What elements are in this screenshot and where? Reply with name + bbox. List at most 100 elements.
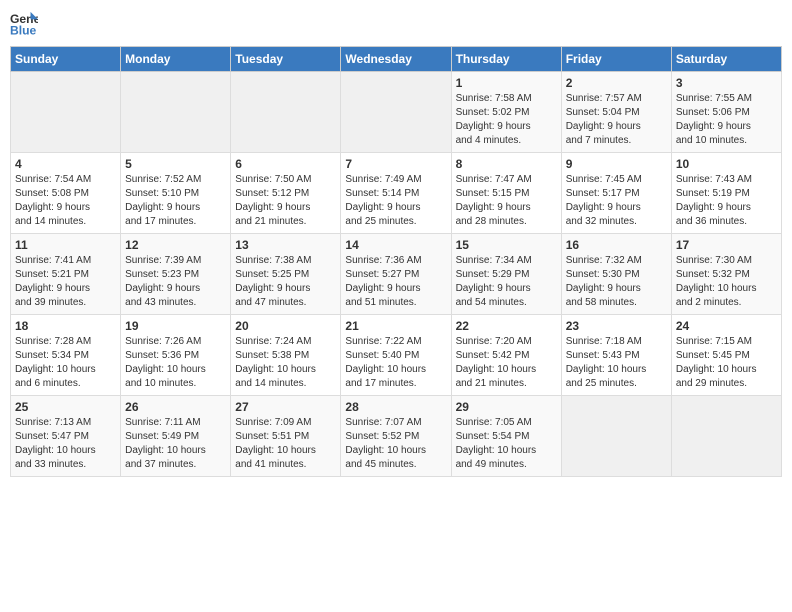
day-number: 9 xyxy=(566,157,667,171)
header-row: SundayMondayTuesdayWednesdayThursdayFrid… xyxy=(11,47,782,72)
day-info: Sunrise: 7:41 AM Sunset: 5:21 PM Dayligh… xyxy=(15,254,116,310)
day-info: Sunrise: 7:18 AM Sunset: 5:43 PM Dayligh… xyxy=(566,335,667,391)
header-cell-thursday: Thursday xyxy=(451,47,561,72)
week-row-5: 25 Sunrise: 7:13 AM Sunset: 5:47 PM Dayli… xyxy=(11,396,782,477)
day-info: Sunrise: 7:36 AM Sunset: 5:27 PM Dayligh… xyxy=(345,254,446,310)
day-info: Sunrise: 7:26 AM Sunset: 5:36 PM Dayligh… xyxy=(125,335,226,391)
day-cell: 9 Sunrise: 7:45 AM Sunset: 5:17 PM Daylig… xyxy=(561,153,671,234)
day-info: Sunrise: 7:30 AM Sunset: 5:32 PM Dayligh… xyxy=(676,254,777,310)
day-number: 5 xyxy=(125,157,226,171)
week-row-4: 18 Sunrise: 7:28 AM Sunset: 5:34 PM Dayli… xyxy=(11,315,782,396)
day-number: 14 xyxy=(345,238,446,252)
day-cell: 16Sunrise: 7:32 AM Sunset: 5:30 PM Dayli… xyxy=(561,234,671,315)
day-info: Sunrise: 7:28 AM Sunset: 5:34 PM Dayligh… xyxy=(15,335,116,391)
day-number: 6 xyxy=(235,157,336,171)
header-cell-saturday: Saturday xyxy=(671,47,781,72)
day-cell: 23 Sunrise: 7:18 AM Sunset: 5:43 PM Dayli… xyxy=(561,315,671,396)
day-info: Sunrise: 7:45 AM Sunset: 5:17 PM Dayligh… xyxy=(566,173,667,229)
day-info: Sunrise: 7:43 AM Sunset: 5:19 PM Dayligh… xyxy=(676,173,777,229)
day-cell: 2Sunrise: 7:57 AM Sunset: 5:04 PM Daylig… xyxy=(561,72,671,153)
day-cell xyxy=(11,72,121,153)
day-cell: 14 Sunrise: 7:36 AM Sunset: 5:27 PM Dayli… xyxy=(341,234,451,315)
day-cell xyxy=(671,396,781,477)
day-cell xyxy=(561,396,671,477)
day-info: Sunrise: 7:20 AM Sunset: 5:42 PM Dayligh… xyxy=(456,335,557,391)
day-cell: 15Sunrise: 7:34 AM Sunset: 5:29 PM Dayli… xyxy=(451,234,561,315)
day-number: 21 xyxy=(345,319,446,333)
day-info: Sunrise: 7:13 AM Sunset: 5:47 PM Dayligh… xyxy=(15,416,116,472)
day-number: 26 xyxy=(125,400,226,414)
day-number: 25 xyxy=(15,400,116,414)
day-number: 22 xyxy=(456,319,557,333)
day-number: 15 xyxy=(456,238,557,252)
day-cell: 21 Sunrise: 7:22 AM Sunset: 5:40 PM Dayli… xyxy=(341,315,451,396)
day-info: Sunrise: 7:54 AM Sunset: 5:08 PM Dayligh… xyxy=(15,173,116,229)
day-cell: 7 Sunrise: 7:49 AM Sunset: 5:14 PM Daylig… xyxy=(341,153,451,234)
day-cell: 3 Sunrise: 7:55 AM Sunset: 5:06 PM Daylig… xyxy=(671,72,781,153)
day-info: Sunrise: 7:22 AM Sunset: 5:40 PM Dayligh… xyxy=(345,335,446,391)
day-cell: 8 Sunrise: 7:47 AM Sunset: 5:15 PM Daylig… xyxy=(451,153,561,234)
day-cell: 18 Sunrise: 7:28 AM Sunset: 5:34 PM Dayli… xyxy=(11,315,121,396)
header-cell-friday: Friday xyxy=(561,47,671,72)
day-info: Sunrise: 7:15 AM Sunset: 5:45 PM Dayligh… xyxy=(676,335,777,391)
day-number: 20 xyxy=(235,319,336,333)
header-cell-monday: Monday xyxy=(121,47,231,72)
day-number: 8 xyxy=(456,157,557,171)
week-row-3: 11Sunrise: 7:41 AM Sunset: 5:21 PM Dayli… xyxy=(11,234,782,315)
day-cell: 1 Sunrise: 7:58 AM Sunset: 5:02 PM Daylig… xyxy=(451,72,561,153)
day-cell: 26 Sunrise: 7:11 AM Sunset: 5:49 PM Dayli… xyxy=(121,396,231,477)
day-info: Sunrise: 7:49 AM Sunset: 5:14 PM Dayligh… xyxy=(345,173,446,229)
logo-icon: General Blue xyxy=(10,10,38,38)
day-cell: 27 Sunrise: 7:09 AM Sunset: 5:51 PM Dayli… xyxy=(231,396,341,477)
day-number: 10 xyxy=(676,157,777,171)
day-cell: 29 Sunrise: 7:05 AM Sunset: 5:54 PM Dayli… xyxy=(451,396,561,477)
day-info: Sunrise: 7:47 AM Sunset: 5:15 PM Dayligh… xyxy=(456,173,557,229)
day-cell: 17Sunrise: 7:30 AM Sunset: 5:32 PM Dayli… xyxy=(671,234,781,315)
week-row-2: 4 Sunrise: 7:54 AM Sunset: 5:08 PM Daylig… xyxy=(11,153,782,234)
day-number: 28 xyxy=(345,400,446,414)
day-cell: 20 Sunrise: 7:24 AM Sunset: 5:38 PM Dayli… xyxy=(231,315,341,396)
day-cell xyxy=(341,72,451,153)
logo: General Blue xyxy=(10,10,40,38)
day-number: 24 xyxy=(676,319,777,333)
header-cell-sunday: Sunday xyxy=(11,47,121,72)
day-info: Sunrise: 7:55 AM Sunset: 5:06 PM Dayligh… xyxy=(676,92,777,148)
day-cell: 5Sunrise: 7:52 AM Sunset: 5:10 PM Daylig… xyxy=(121,153,231,234)
header-cell-tuesday: Tuesday xyxy=(231,47,341,72)
day-number: 29 xyxy=(456,400,557,414)
day-info: Sunrise: 7:50 AM Sunset: 5:12 PM Dayligh… xyxy=(235,173,336,229)
day-cell: 19Sunrise: 7:26 AM Sunset: 5:36 PM Dayli… xyxy=(121,315,231,396)
day-number: 1 xyxy=(456,76,557,90)
day-number: 13 xyxy=(235,238,336,252)
day-number: 27 xyxy=(235,400,336,414)
calendar-table: SundayMondayTuesdayWednesdayThursdayFrid… xyxy=(10,46,782,477)
day-cell: 24 Sunrise: 7:15 AM Sunset: 5:45 PM Dayli… xyxy=(671,315,781,396)
day-number: 16 xyxy=(566,238,667,252)
day-cell: 12 Sunrise: 7:39 AM Sunset: 5:23 PM Dayli… xyxy=(121,234,231,315)
day-info: Sunrise: 7:11 AM Sunset: 5:49 PM Dayligh… xyxy=(125,416,226,472)
header-cell-wednesday: Wednesday xyxy=(341,47,451,72)
day-info: Sunrise: 7:58 AM Sunset: 5:02 PM Dayligh… xyxy=(456,92,557,148)
page-header: General Blue xyxy=(10,10,782,38)
day-cell xyxy=(231,72,341,153)
day-cell: 22 Sunrise: 7:20 AM Sunset: 5:42 PM Dayli… xyxy=(451,315,561,396)
day-number: 4 xyxy=(15,157,116,171)
day-cell: 6 Sunrise: 7:50 AM Sunset: 5:12 PM Daylig… xyxy=(231,153,341,234)
day-number: 3 xyxy=(676,76,777,90)
day-info: Sunrise: 7:09 AM Sunset: 5:51 PM Dayligh… xyxy=(235,416,336,472)
day-cell: 25 Sunrise: 7:13 AM Sunset: 5:47 PM Dayli… xyxy=(11,396,121,477)
day-cell: 11Sunrise: 7:41 AM Sunset: 5:21 PM Dayli… xyxy=(11,234,121,315)
svg-text:Blue: Blue xyxy=(10,23,37,37)
day-info: Sunrise: 7:05 AM Sunset: 5:54 PM Dayligh… xyxy=(456,416,557,472)
day-cell: 10 Sunrise: 7:43 AM Sunset: 5:19 PM Dayli… xyxy=(671,153,781,234)
day-cell: 4 Sunrise: 7:54 AM Sunset: 5:08 PM Daylig… xyxy=(11,153,121,234)
day-number: 7 xyxy=(345,157,446,171)
day-number: 23 xyxy=(566,319,667,333)
day-number: 18 xyxy=(15,319,116,333)
day-info: Sunrise: 7:24 AM Sunset: 5:38 PM Dayligh… xyxy=(235,335,336,391)
day-info: Sunrise: 7:39 AM Sunset: 5:23 PM Dayligh… xyxy=(125,254,226,310)
week-row-1: 1 Sunrise: 7:58 AM Sunset: 5:02 PM Daylig… xyxy=(11,72,782,153)
day-number: 12 xyxy=(125,238,226,252)
day-info: Sunrise: 7:57 AM Sunset: 5:04 PM Dayligh… xyxy=(566,92,667,148)
day-info: Sunrise: 7:38 AM Sunset: 5:25 PM Dayligh… xyxy=(235,254,336,310)
